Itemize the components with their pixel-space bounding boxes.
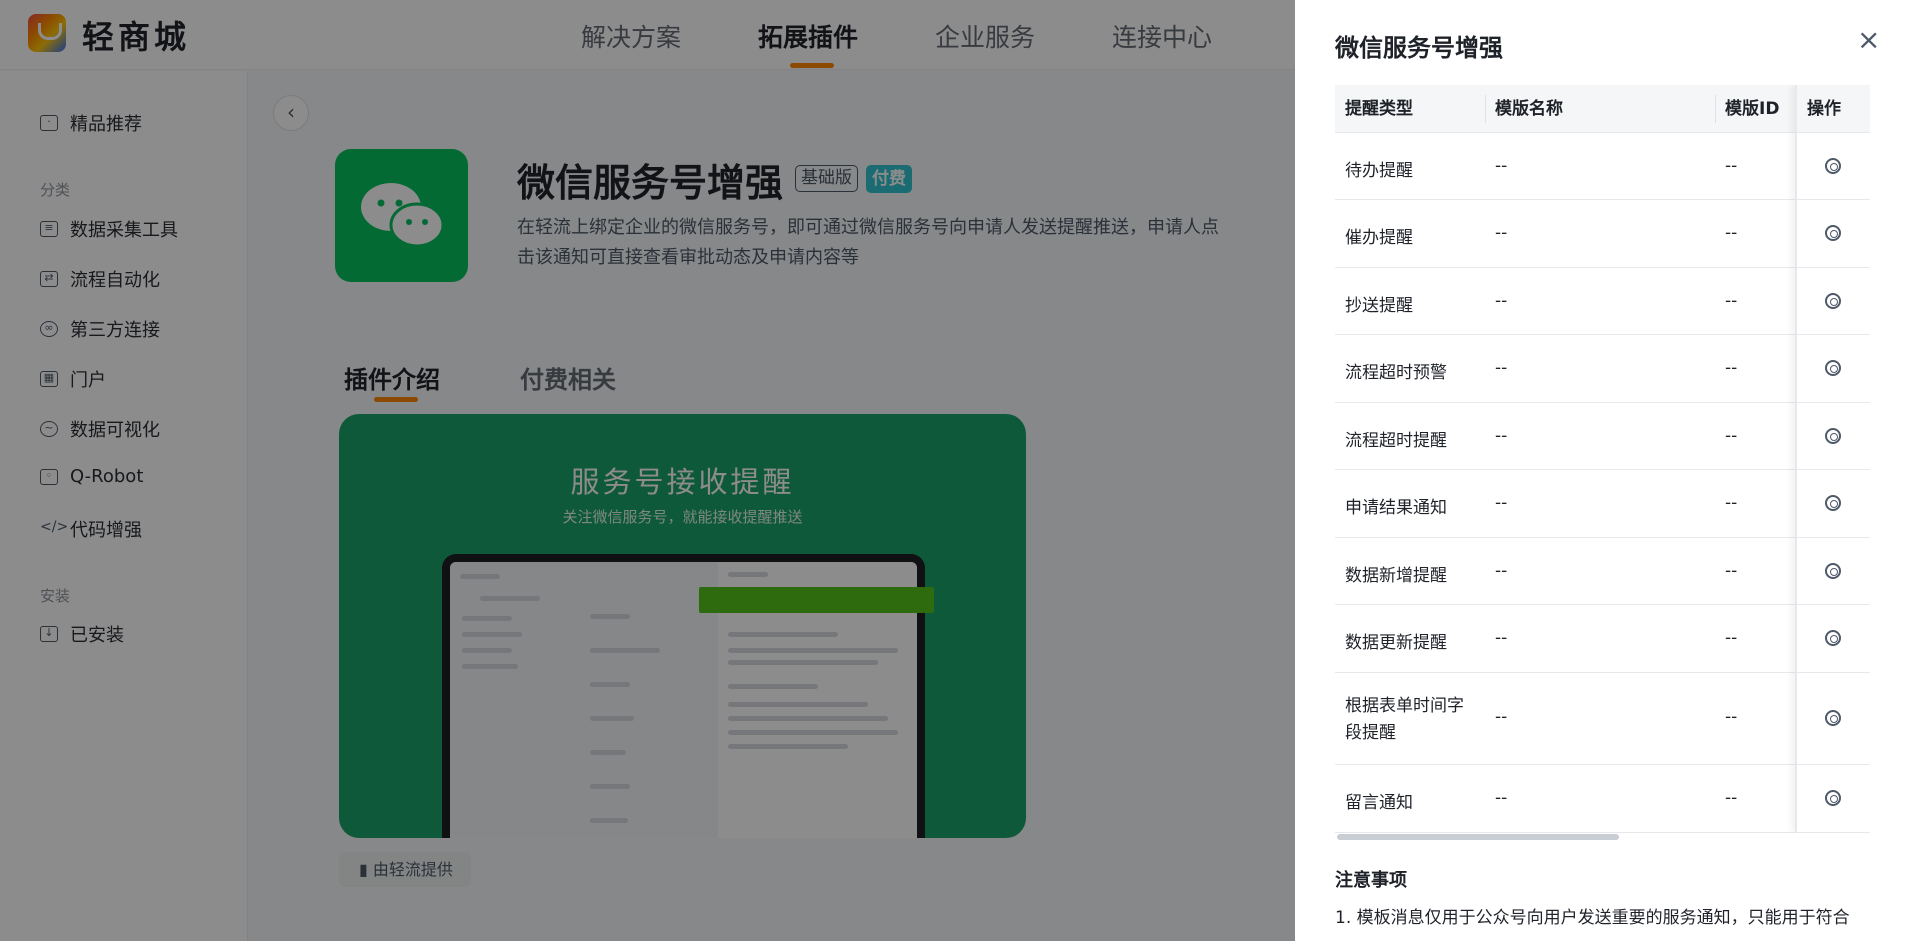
cell-name: -- — [1495, 358, 1508, 378]
cell-id: -- — [1725, 358, 1738, 378]
settings-icon[interactable] — [1825, 158, 1841, 174]
cell-type: 待办提醒 — [1345, 161, 1413, 181]
settings-icon[interactable] — [1825, 710, 1841, 726]
table-row: 申请结果通知 -- -- — [1335, 470, 1870, 538]
table-horizontal-scrollbar[interactable] — [1337, 834, 1619, 840]
cell-id: -- — [1725, 291, 1738, 311]
cell-type: 流程超时提醒 — [1345, 431, 1447, 451]
cell-id: -- — [1725, 426, 1738, 446]
column-header-id: 模版ID — [1725, 99, 1780, 119]
notes-title: 注意事项 — [1335, 870, 1407, 891]
settings-icon[interactable] — [1825, 790, 1841, 806]
cell-id: -- — [1725, 156, 1738, 176]
cell-type: 抄送提醒 — [1345, 296, 1413, 316]
cell-name: -- — [1495, 156, 1508, 176]
cell-name: -- — [1495, 426, 1508, 446]
drawer-title: 微信服务号增强 — [1335, 34, 1503, 62]
plugin-settings-drawer: 微信服务号增强 × 提醒类型 模版名称 模版ID 操作 待办提醒 -- -- 催… — [1295, 0, 1911, 941]
column-header-type: 提醒类型 — [1345, 99, 1413, 119]
settings-icon[interactable] — [1825, 293, 1841, 309]
table-row: 留言通知 -- -- — [1335, 765, 1870, 833]
cell-type: 申请结果通知 — [1345, 498, 1447, 518]
close-icon[interactable]: × — [1857, 26, 1880, 54]
cell-name: -- — [1495, 223, 1508, 243]
settings-icon[interactable] — [1825, 630, 1841, 646]
column-header-name: 模版名称 — [1495, 99, 1563, 119]
table-row: 催办提醒 -- -- — [1335, 200, 1870, 268]
cell-name: -- — [1495, 291, 1508, 311]
cell-id: -- — [1725, 223, 1738, 243]
cell-type: 催办提醒 — [1345, 228, 1413, 248]
table-row: 数据更新提醒 -- -- — [1335, 605, 1870, 673]
cell-name: -- — [1495, 788, 1508, 808]
settings-icon[interactable] — [1825, 225, 1841, 241]
cell-id: -- — [1725, 493, 1738, 513]
template-table: 提醒类型 模版名称 模版ID 操作 待办提醒 -- -- 催办提醒 -- -- … — [1335, 85, 1870, 833]
notes-text: 1. 模板消息仅用于公众号向用户发送重要的服务通知，只能用于符合 — [1335, 908, 1850, 928]
table-row: 流程超时预警 -- -- — [1335, 335, 1870, 403]
settings-icon[interactable] — [1825, 360, 1841, 376]
table-row: 根据表单时间字段提醒 -- -- — [1335, 673, 1870, 765]
settings-icon[interactable] — [1825, 495, 1841, 511]
settings-icon[interactable] — [1825, 428, 1841, 444]
cell-type: 数据更新提醒 — [1345, 633, 1447, 653]
action-column — [1795, 85, 1870, 833]
cell-id: -- — [1725, 788, 1738, 808]
settings-icon[interactable] — [1825, 563, 1841, 579]
table-row: 数据新增提醒 -- -- — [1335, 538, 1870, 605]
table-row: 流程超时提醒 -- -- — [1335, 403, 1870, 470]
cell-name: -- — [1495, 493, 1508, 513]
table-row: 抄送提醒 -- -- — [1335, 268, 1870, 335]
cell-name: -- — [1495, 628, 1508, 648]
cell-type: 数据新增提醒 — [1345, 566, 1447, 586]
cell-id: -- — [1725, 628, 1738, 648]
cell-name: -- — [1495, 561, 1508, 581]
modal-overlay[interactable] — [0, 0, 1295, 941]
cell-name: -- — [1495, 707, 1508, 727]
cell-type: 留言通知 — [1345, 793, 1413, 813]
cell-type: 根据表单时间字段提醒 — [1345, 696, 1464, 743]
table-header: 提醒类型 模版名称 模版ID 操作 — [1335, 85, 1870, 133]
cell-id: -- — [1725, 561, 1738, 581]
table-row: 待办提醒 -- -- — [1335, 133, 1870, 200]
cell-id: -- — [1725, 707, 1738, 727]
cell-type: 流程超时预警 — [1345, 363, 1447, 383]
